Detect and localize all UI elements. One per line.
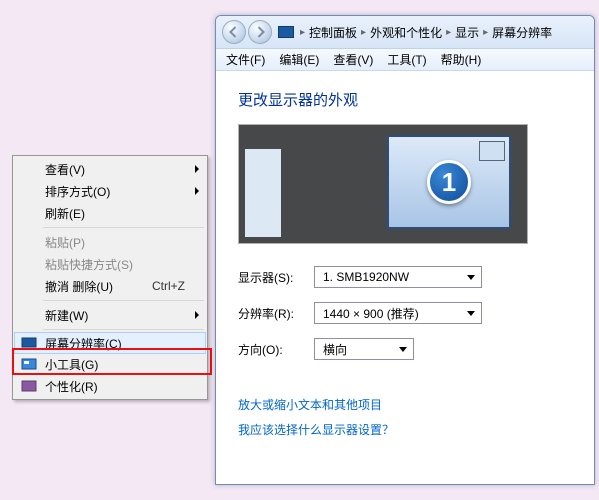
display-label: 显示器(S):	[238, 269, 314, 286]
ctx-view[interactable]: 查看(V)	[15, 158, 205, 180]
control-panel-icon	[278, 26, 294, 38]
separator	[43, 329, 204, 330]
crumb[interactable]: 显示	[455, 24, 479, 41]
ctx-label: 撤消 删除(U)	[45, 278, 152, 295]
resolution-dropdown[interactable]: 1440 × 900 (推荐)	[314, 302, 482, 324]
crumb[interactable]: 屏幕分辨率	[492, 24, 552, 41]
monitor-thumbnail[interactable]: 1	[387, 135, 511, 229]
display-settings-window: ▸ 控制面板 ▸ 外观和个性化 ▸ 显示 ▸ 屏幕分辨率 文件(F) 编辑(E)…	[215, 15, 595, 485]
ctx-paste-shortcut: 粘贴快捷方式(S)	[15, 253, 205, 275]
ctx-label: 小工具(G)	[45, 356, 185, 373]
ctx-label: 粘贴(P)	[45, 234, 185, 251]
separator	[43, 227, 204, 228]
chevron-down-icon	[399, 347, 407, 352]
monitor-mini-icon	[479, 141, 505, 161]
menu-tools[interactable]: 工具(T)	[387, 51, 426, 68]
menu-file[interactable]: 文件(F)	[226, 51, 265, 68]
monitor-icon	[21, 335, 37, 351]
chevron-right-icon: ▸	[361, 27, 366, 38]
ctx-label: 查看(V)	[45, 161, 185, 178]
dropdown-value: 1440 × 900 (推荐)	[323, 305, 419, 322]
back-button[interactable]	[222, 20, 246, 44]
display-dropdown[interactable]: 1. SMB1920NW	[314, 266, 482, 288]
forward-button[interactable]	[248, 20, 272, 44]
chevron-right-icon: ▸	[483, 27, 488, 38]
nav-buttons	[222, 20, 272, 44]
resolution-label: 分辨率(R):	[238, 305, 314, 322]
chevron-right-icon	[195, 165, 199, 173]
orientation-dropdown[interactable]: 横向	[314, 338, 414, 360]
chevron-right-icon: ▸	[300, 27, 305, 38]
preview-background	[245, 149, 281, 237]
ctx-label: 屏幕分辨率(C)	[45, 335, 185, 352]
ctx-gadgets[interactable]: 小工具(G)	[15, 353, 205, 375]
window-header: ▸ 控制面板 ▸ 外观和个性化 ▸ 显示 ▸ 屏幕分辨率	[216, 16, 594, 49]
crumb[interactable]: 控制面板	[309, 24, 357, 41]
page-title: 更改显示器的外观	[238, 89, 572, 110]
separator	[43, 300, 204, 301]
orientation-row: 方向(O): 横向	[238, 338, 572, 360]
monitor-number-badge: 1	[427, 160, 471, 204]
chevron-right-icon	[195, 187, 199, 195]
chevron-right-icon: ▸	[446, 27, 451, 38]
breadcrumb[interactable]: ▸ 控制面板 ▸ 外观和个性化 ▸ 显示 ▸ 屏幕分辨率	[300, 24, 552, 41]
gadget-icon	[21, 356, 37, 372]
ctx-sort[interactable]: 排序方式(O)	[15, 180, 205, 202]
ctx-personalize[interactable]: 个性化(R)	[15, 375, 205, 397]
ctx-new[interactable]: 新建(W)	[15, 304, 205, 326]
personalize-icon	[21, 378, 37, 394]
ctx-label: 粘贴快捷方式(S)	[45, 256, 185, 273]
monitor-preview[interactable]: 1	[238, 124, 528, 244]
ctx-label: 刷新(E)	[45, 205, 185, 222]
ctx-shortcut: Ctrl+Z	[152, 279, 185, 293]
desktop-context-menu: 查看(V) 排序方式(O) 刷新(E) 粘贴(P) 粘贴快捷方式(S) 撤消 删…	[12, 155, 208, 400]
orientation-label: 方向(O):	[238, 341, 314, 358]
ctx-refresh[interactable]: 刷新(E)	[15, 202, 205, 224]
chevron-right-icon	[195, 311, 199, 319]
content-area: 更改显示器的外观 1 显示器(S): 1. SMB1920NW 分辨率(R): …	[216, 71, 594, 464]
which-display-link[interactable]: 我应该选择什么显示器设置？	[238, 421, 572, 438]
menubar: 文件(F) 编辑(E) 查看(V) 工具(T) 帮助(H)	[216, 49, 594, 71]
chevron-down-icon	[467, 311, 475, 316]
ctx-label: 新建(W)	[45, 307, 185, 324]
ctx-paste: 粘贴(P)	[15, 231, 205, 253]
ctx-screen-resolution[interactable]: 屏幕分辨率(C)	[14, 332, 206, 354]
ctx-undo-delete[interactable]: 撤消 删除(U) Ctrl+Z	[15, 275, 205, 297]
chevron-down-icon	[467, 275, 475, 280]
display-row: 显示器(S): 1. SMB1920NW	[238, 266, 572, 288]
crumb[interactable]: 外观和个性化	[370, 24, 442, 41]
resolution-row: 分辨率(R): 1440 × 900 (推荐)	[238, 302, 572, 324]
dropdown-value: 横向	[323, 341, 347, 358]
ctx-label: 排序方式(O)	[45, 183, 185, 200]
ctx-label: 个性化(R)	[45, 378, 185, 395]
menu-help[interactable]: 帮助(H)	[441, 51, 482, 68]
text-size-link[interactable]: 放大或缩小文本和其他项目	[238, 396, 572, 413]
menu-view[interactable]: 查看(V)	[333, 51, 373, 68]
dropdown-value: 1. SMB1920NW	[323, 270, 409, 284]
menu-edit[interactable]: 编辑(E)	[279, 51, 319, 68]
